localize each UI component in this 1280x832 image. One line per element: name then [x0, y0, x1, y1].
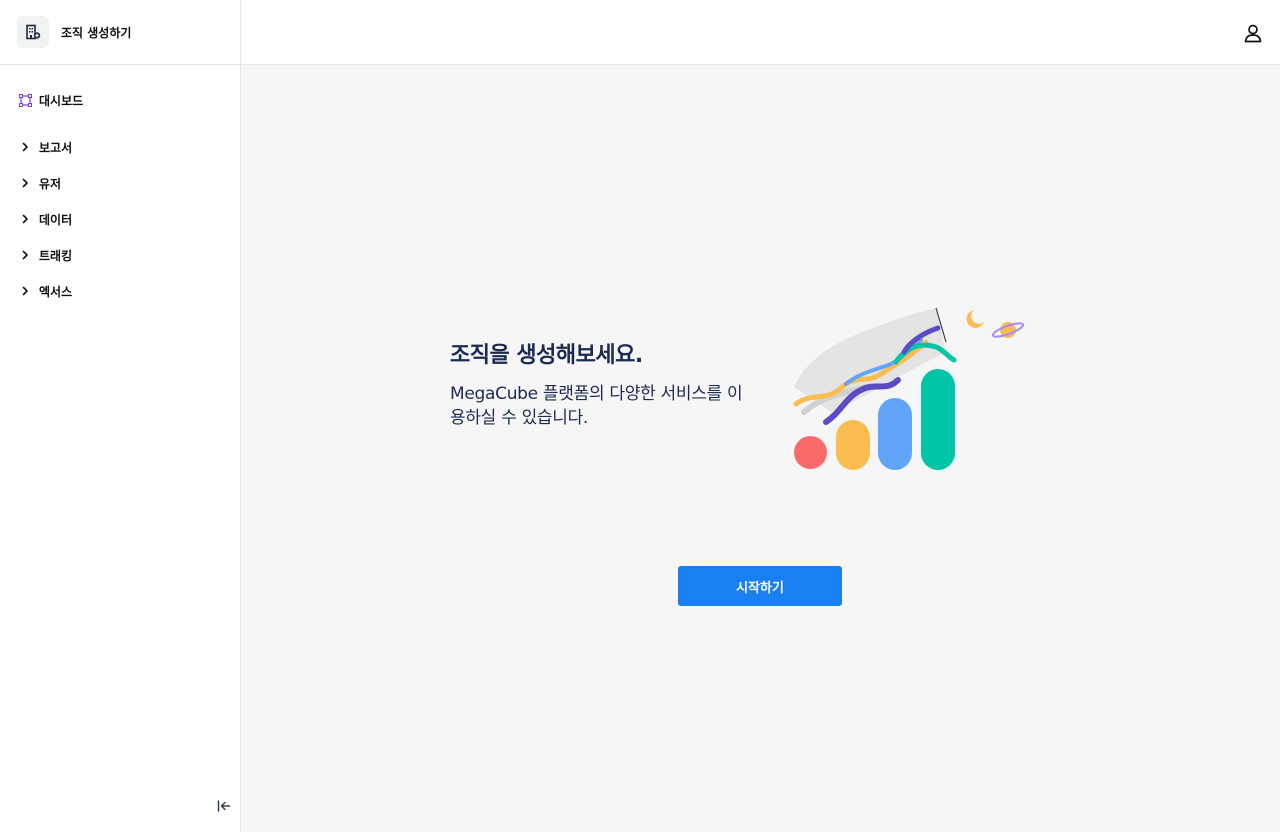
sidebar-item-access[interactable]: 엑서스	[0, 273, 240, 309]
page-description: MegaCube 플랫폼의 다양한 서비스를 이용하실 수 있습니다.	[450, 384, 743, 428]
org-title: 조직 생성하기	[61, 25, 132, 40]
create-org-button[interactable]: 조직 생성하기	[0, 0, 240, 65]
top-bar	[241, 0, 1280, 65]
chevron-right-icon	[18, 176, 32, 190]
main-content: 조직을 생성해보세요. MegaCube 플랫폼의 다양한 서비스를 이용하실 …	[241, 65, 1280, 832]
start-button[interactable]: 시작하기	[678, 566, 842, 606]
building-icon	[17, 16, 49, 48]
sidebar-nav: 대시보드 보고서 유저 데이터 트래킹 엑서스	[0, 65, 240, 309]
collapse-sidebar-icon[interactable]	[216, 799, 232, 813]
chevron-right-icon	[18, 248, 32, 262]
sidebar-item-label: 보고서	[39, 140, 73, 155]
chevron-right-icon	[18, 140, 32, 154]
sidebar-item-label: 트래킹	[39, 248, 73, 263]
chevron-right-icon	[18, 212, 32, 226]
sidebar-item-label: 엑서스	[39, 284, 73, 299]
dashboard-icon	[18, 93, 32, 107]
sidebar-item-tracking[interactable]: 트래킹	[0, 237, 240, 273]
growth-chart-illustration	[786, 302, 1031, 472]
chevron-right-icon	[18, 284, 32, 298]
sidebar-item-data[interactable]: 데이터	[0, 201, 240, 237]
user-icon[interactable]	[1243, 23, 1263, 43]
sidebar-item-label: 대시보드	[39, 93, 84, 108]
sidebar-item-label: 데이터	[39, 212, 73, 227]
sidebar-item-dashboard[interactable]: 대시보드	[0, 89, 240, 111]
sidebar-item-reports[interactable]: 보고서	[0, 129, 240, 165]
sidebar-item-label: 유저	[39, 176, 62, 191]
sidebar-item-users[interactable]: 유저	[0, 165, 240, 201]
page-title: 조직을 생성해보세요.	[450, 343, 643, 368]
sidebar: 조직 생성하기 대시보드 보고서 유저 데이터 트래킹 엑서스	[0, 0, 241, 832]
